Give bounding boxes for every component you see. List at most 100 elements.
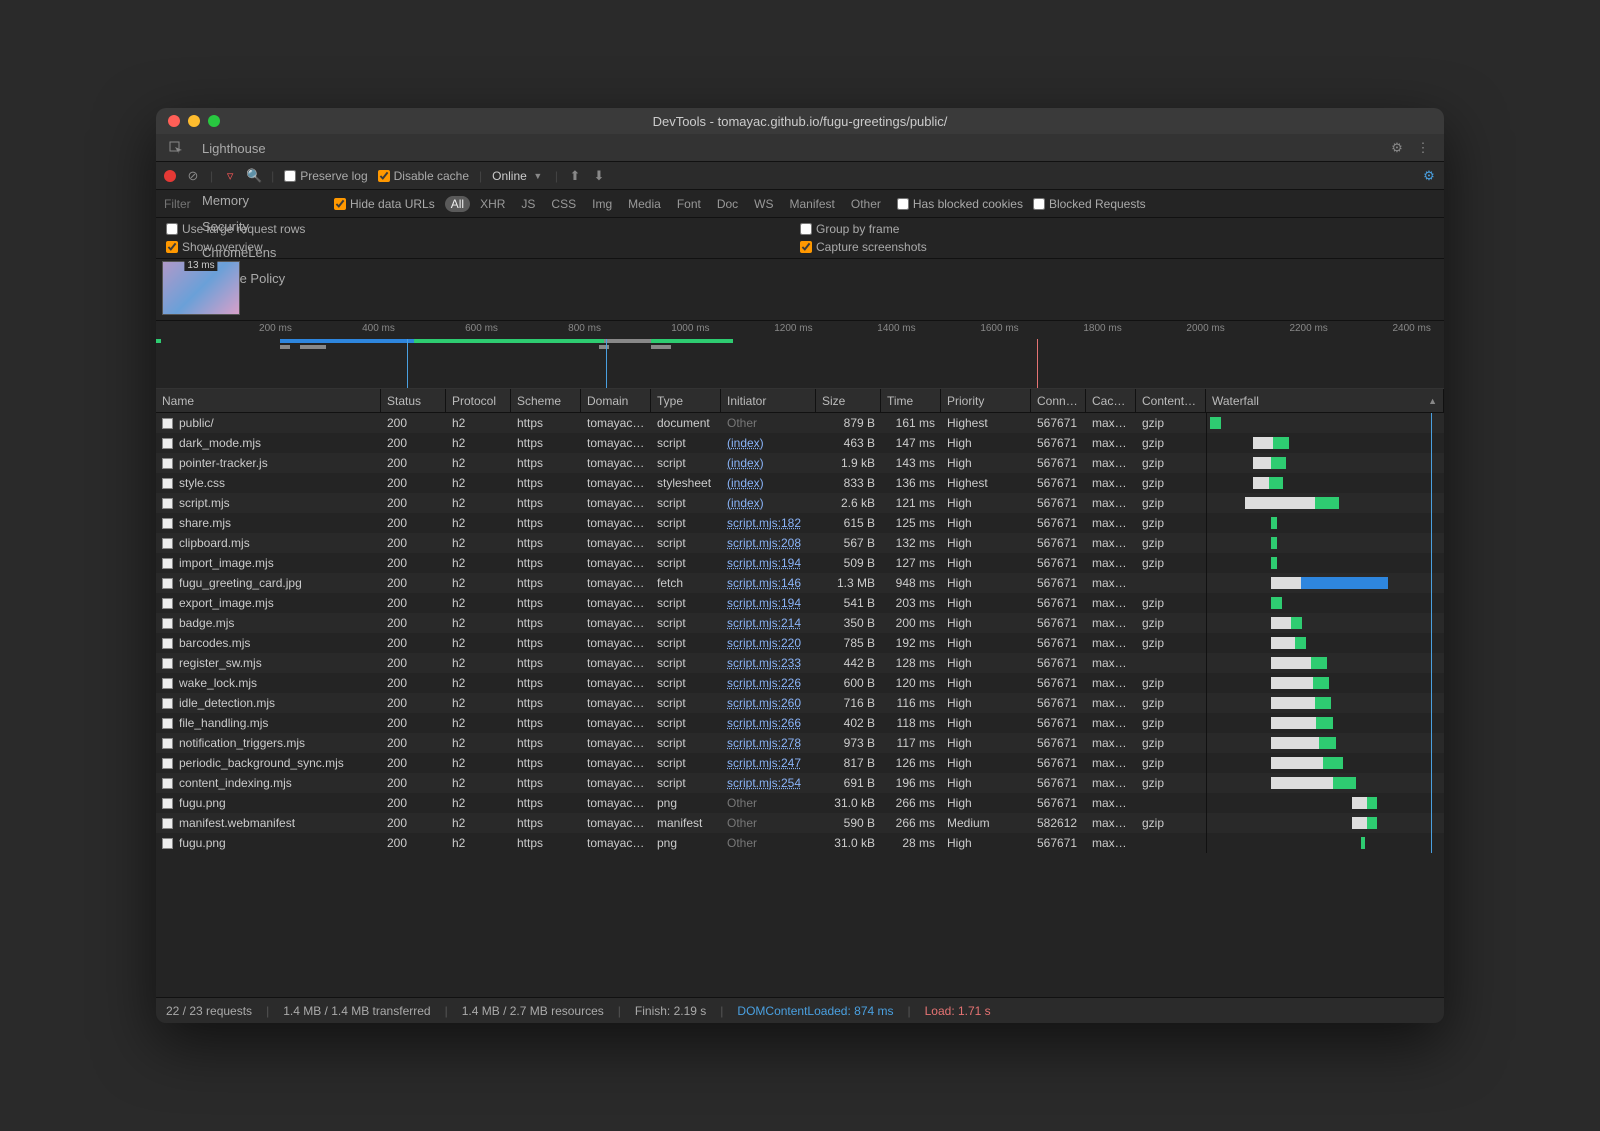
filter-icon[interactable]: ▿ [223,169,237,183]
large-rows-checkbox[interactable]: Use large request rows [166,222,800,236]
column-header-time[interactable]: Time [881,389,941,412]
cell: https [511,633,581,653]
request-row[interactable]: fugu.png200h2httpstomayac…pngOther31.0 k… [156,833,1444,853]
cell: script [651,613,721,633]
disable-cache-label: Disable cache [394,169,469,183]
request-row[interactable]: idle_detection.mjs200h2httpstomayac…scri… [156,693,1444,713]
has-blocked-cookies-checkbox[interactable]: Has blocked cookies [897,197,1023,211]
column-header-priority[interactable]: Priority [941,389,1031,412]
request-row[interactable]: barcodes.mjs200h2httpstomayac…scriptscri… [156,633,1444,653]
cell: content_indexing.mjs [156,773,381,793]
filter-type-doc[interactable]: Doc [711,196,744,212]
cell: max-… [1086,433,1136,453]
preserve-log-checkbox[interactable]: Preserve log [284,169,367,183]
filter-type-all[interactable]: All [445,196,470,212]
request-row[interactable]: badge.mjs200h2httpstomayac…scriptscript.… [156,613,1444,633]
search-icon[interactable]: 🔍 [247,169,261,183]
cell: max-… [1086,533,1136,553]
request-row[interactable]: notification_triggers.mjs200h2httpstomay… [156,733,1444,753]
column-header-conne[interactable]: Conne… [1031,389,1086,412]
column-header-waterfall[interactable]: Waterfall▲ [1206,389,1444,412]
cell: gzip [1136,713,1206,733]
request-row[interactable]: export_image.mjs200h2httpstomayac…script… [156,593,1444,613]
blocked-requests-checkbox[interactable]: Blocked Requests [1033,197,1146,211]
request-row[interactable]: periodic_background_sync.mjs200h2httpsto… [156,753,1444,773]
cell: 817 B [816,753,881,773]
blocked-requests-label: Blocked Requests [1049,197,1146,211]
request-row[interactable]: manifest.webmanifest200h2httpstomayac…ma… [156,813,1444,833]
request-row[interactable]: file_handling.mjs200h2httpstomayac…scrip… [156,713,1444,733]
request-row[interactable]: dark_mode.mjs200h2httpstomayac…script(in… [156,433,1444,453]
column-header-cach[interactable]: Cach… [1086,389,1136,412]
filter-type-media[interactable]: Media [622,196,667,212]
column-header-domain[interactable]: Domain [581,389,651,412]
cell: 196 ms [881,773,941,793]
file-icon [162,498,173,509]
filter-type-js[interactable]: JS [515,196,541,212]
filter-type-css[interactable]: CSS [545,196,582,212]
request-row[interactable]: import_image.mjs200h2httpstomayac…script… [156,553,1444,573]
request-row[interactable]: content_indexing.mjs200h2httpstomayac…sc… [156,773,1444,793]
cell: Medium [941,813,1031,833]
show-overview-checkbox[interactable]: Show overview [166,240,800,254]
request-row[interactable]: fugu_greeting_card.jpg200h2httpstomayac…… [156,573,1444,593]
capture-screenshots-checkbox[interactable]: Capture screenshots [800,240,1434,254]
filter-input[interactable] [164,197,324,211]
settings-icon[interactable]: ⚙ [1390,141,1404,155]
file-icon [162,838,173,849]
filter-type-font[interactable]: Font [671,196,707,212]
column-header-status[interactable]: Status [381,389,446,412]
column-header-name[interactable]: Name [156,389,381,412]
throttle-select[interactable]: Online▼ [492,169,545,183]
column-header-initiator[interactable]: Initiator [721,389,816,412]
timeline-overview[interactable]: 200 ms400 ms600 ms800 ms1000 ms1200 ms14… [156,321,1444,389]
column-header-protocol[interactable]: Protocol [446,389,511,412]
hide-data-urls-checkbox[interactable]: Hide data URLs [334,197,435,211]
column-header-scheme[interactable]: Scheme [511,389,581,412]
filter-type-manifest[interactable]: Manifest [784,196,841,212]
column-header-type[interactable]: Type [651,389,721,412]
network-settings-icon[interactable]: ⚙ [1422,169,1436,183]
cell: (index) [721,433,816,453]
screenshot-strip: 13 ms [156,259,1444,321]
inspect-icon[interactable] [168,140,184,156]
disable-cache-checkbox[interactable]: Disable cache [378,169,469,183]
upload-icon[interactable]: ⬆ [568,169,582,183]
cell: 691 B [816,773,881,793]
cell: High [941,773,1031,793]
waterfall-cell [1206,493,1444,513]
cell: High [941,753,1031,773]
cell: High [941,733,1031,753]
request-row[interactable]: register_sw.mjs200h2httpstomayac…scripts… [156,653,1444,673]
waterfall-cell [1206,553,1444,573]
filter-type-img[interactable]: Img [586,196,618,212]
request-row[interactable]: pointer-tracker.js200h2httpstomayac…scri… [156,453,1444,473]
cell [1136,793,1206,813]
filter-type-other[interactable]: Other [845,196,887,212]
column-header-content[interactable]: Content-… [1136,389,1206,412]
cell: barcodes.mjs [156,633,381,653]
status-dcl: DOMContentLoaded: 874 ms [737,1004,893,1018]
screenshot-thumb[interactable]: 13 ms [162,261,240,315]
cell: 31.0 kB [816,793,881,813]
filter-type-ws[interactable]: WS [748,196,779,212]
timeline-bar [599,345,609,349]
request-row[interactable]: style.css200h2httpstomayac…stylesheet(in… [156,473,1444,493]
request-row[interactable]: public/200h2httpstomayac…documentOther87… [156,413,1444,433]
record-icon[interactable] [164,170,176,182]
group-by-frame-checkbox[interactable]: Group by frame [800,222,1434,236]
clear-icon[interactable]: ⊘ [186,169,200,183]
request-row[interactable]: share.mjs200h2httpstomayac…scriptscript.… [156,513,1444,533]
request-row[interactable]: script.mjs200h2httpstomayac…script(index… [156,493,1444,513]
tab-lighthouse[interactable]: Lighthouse [192,135,297,161]
filter-type-xhr[interactable]: XHR [474,196,511,212]
download-icon[interactable]: ⬇ [592,169,606,183]
request-row[interactable]: wake_lock.mjs200h2httpstomayac…scriptscr… [156,673,1444,693]
cell: 973 B [816,733,881,753]
column-header-size[interactable]: Size [816,389,881,412]
timeline-tick: 1000 ms [671,323,709,334]
more-icon[interactable]: ⋮ [1416,141,1430,155]
cell: 266 ms [881,793,941,813]
request-row[interactable]: fugu.png200h2httpstomayac…pngOther31.0 k… [156,793,1444,813]
request-row[interactable]: clipboard.mjs200h2httpstomayac…scriptscr… [156,533,1444,553]
